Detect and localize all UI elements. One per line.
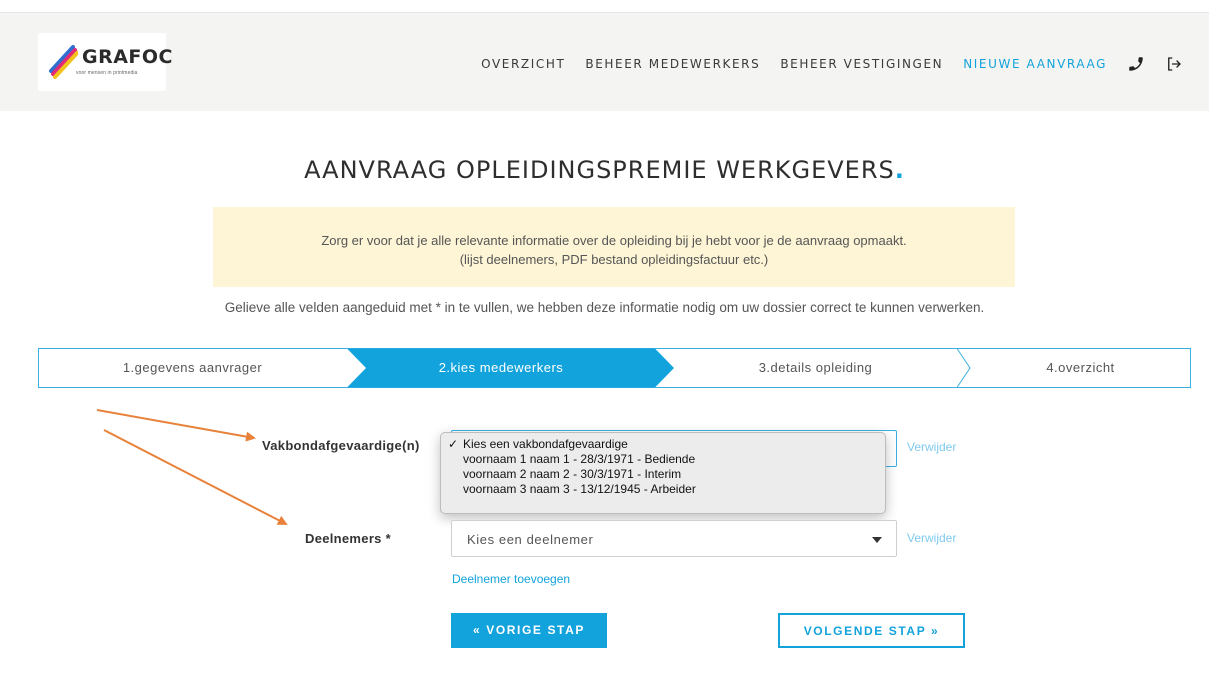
nav-beheer-medewerkers[interactable]: BEHEER MEDEWERKERS [585,57,760,71]
step-2-active[interactable]: 2.kies medewerkers [366,348,636,388]
info-notice: Zorg er voor dat je alle relevante infor… [213,207,1015,287]
step-progress: 1.gegevens aanvrager 2.kies medewerkers … [38,348,1191,388]
deelnemers-select[interactable]: Kies een deelnemer [451,520,897,557]
nav-overzicht[interactable]: OVERZICHT [481,57,565,71]
deelnemers-remove-link[interactable]: Verwijder [907,531,956,545]
annotation-arrow-2 [103,429,288,525]
logo-tagline: voor mensen in printmedia [76,70,138,76]
nav-beheer-vestigingen[interactable]: BEHEER VESTIGINGEN [780,57,943,71]
add-participant-link[interactable]: Deelnemer toevoegen [452,572,570,586]
nav-nieuwe-aanvraag[interactable]: NIEUWE AANVRAAG [963,57,1107,71]
vakbond-remove-link[interactable]: Verwijder [907,440,956,454]
deelnemers-select-value: Kies een deelnemer [467,532,594,547]
deelnemers-label: Deelnemers * [305,531,391,546]
notice-line-2: (lijst deelnemers, PDF bestand opleiding… [459,252,769,267]
phone-icon[interactable] [1127,55,1145,73]
step-4[interactable]: 4.overzicht [970,348,1191,388]
logo-stripes-icon [49,45,78,79]
step-3[interactable]: 3.details opleiding [674,348,957,388]
logout-icon[interactable] [1165,55,1183,73]
main-nav: OVERZICHT BEHEER MEDEWERKERS BEHEER VEST… [461,54,1183,74]
grafoc-logo[interactable]: GRAFOC voor mensen in printmedia [38,33,173,91]
checkmark-icon: ✓ [448,437,459,451]
previous-step-button[interactable]: « VORIGE STAP [451,613,607,648]
page-title: AANVRAAG OPLEIDINGSPREMIE WERKGEVERS. [304,156,905,184]
dropdown-option[interactable]: voornaam 1 naam 1 - 28/3/1971 - Bediende [441,452,885,467]
title-dot: . [894,156,905,184]
annotation-arrow-1 [96,409,256,442]
step-1[interactable]: 1.gegevens aanvrager [38,348,347,388]
site-header: GRAFOC voor mensen in printmedia OVERZIC… [0,12,1209,111]
notice-line-1: Zorg er voor dat je alle relevante infor… [321,233,907,248]
dropdown-option[interactable]: voornaam 3 naam 3 - 13/12/1945 - Arbeide… [441,482,885,497]
next-step-button[interactable]: VOLGENDE STAP » [778,613,965,648]
dropdown-option[interactable]: voornaam 2 naam 2 - 30/3/1971 - Interim [441,467,885,482]
vakbond-label: Vakbondafgevaardige(n) [262,438,420,453]
logo-text: GRAFOC [82,46,174,68]
chevron-down-icon [872,537,882,543]
dropdown-option-selected[interactable]: ✓ Kies een vakbondafgevaardige [441,437,885,452]
required-fields-instruction: Gelieve alle velden aangeduid met * in t… [224,300,985,315]
vakbond-dropdown-menu: ✓ Kies een vakbondafgevaardige voornaam 1… [440,432,886,514]
